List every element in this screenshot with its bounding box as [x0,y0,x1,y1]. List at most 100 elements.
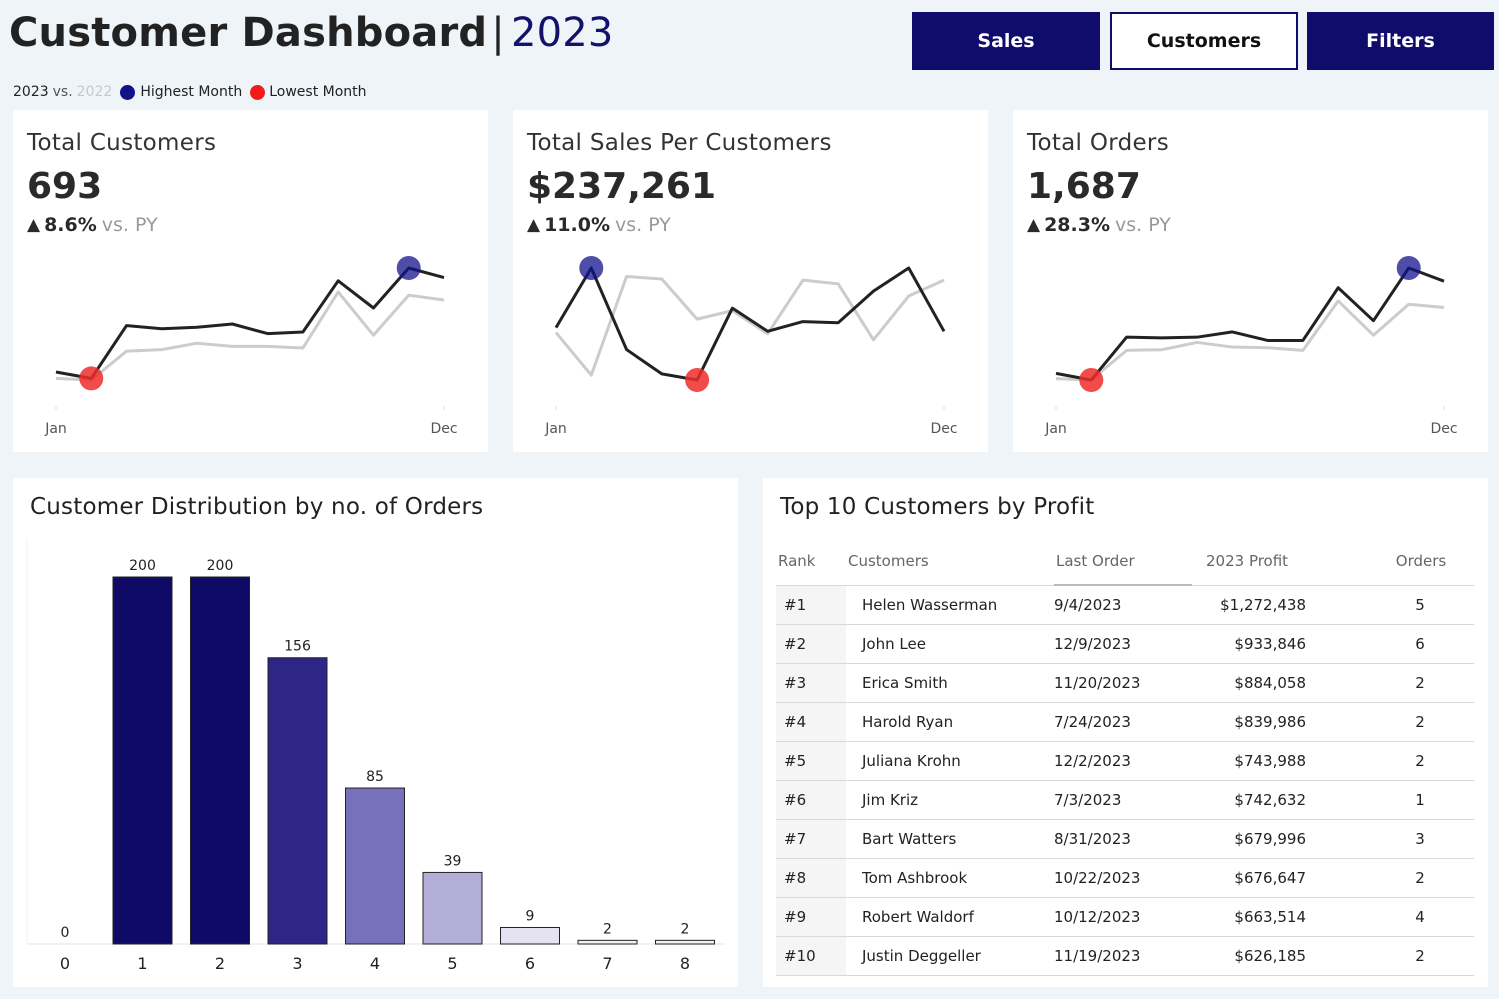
up-triangle-icon: ▲ [1027,215,1041,235]
bar-value-label: 200 [207,558,234,574]
orders-cell: 2 [1366,858,1474,898]
orders-cell: 3 [1366,819,1474,859]
bar [112,576,173,945]
x-tick-label-end: Dec [430,421,457,437]
profit-cell: $742,632 [1192,780,1366,820]
kpi-delta-suffix: vs. PY [101,214,158,236]
orders-cell: 6 [1366,624,1474,664]
col-header-orders[interactable]: Orders [1366,538,1474,585]
lowest-month-marker [685,368,710,392]
sparkline-sales-per-customer: Jan Dec [544,256,958,437]
kpi-title: Total Orders [1027,130,1169,156]
bar-value-label: 2 [603,921,612,937]
last-order-cell: 11/19/2023 [1054,936,1192,976]
customers-button[interactable]: Customers [1110,12,1298,70]
highest-month-marker [579,256,604,280]
up-triangle-icon: ▲ [27,215,41,235]
last-order-cell: 8/31/2023 [1054,819,1192,859]
customer-name-cell: Tom Ashbrook [846,858,1054,898]
rank-cell: #8 [776,858,846,898]
x-tick-label: 2 [215,954,225,973]
bar-value-label: 156 [284,639,311,655]
rank-cell: #6 [776,780,846,820]
filters-button[interactable]: Filters [1307,12,1494,70]
kpi-value: $237,261 [527,166,717,207]
orders-cell: 2 [1366,936,1474,976]
lowest-month-marker [1079,368,1104,392]
x-tick-label-start: Jan [44,421,67,437]
last-order-cell: 11/20/2023 [1054,663,1192,703]
legend-lowest: Lowest Month [269,84,367,100]
x-tick-label: 3 [292,954,302,973]
rank-cell: #1 [776,584,846,625]
bar [422,871,483,945]
legend-prior-year: 2022 [76,84,113,100]
rank-cell: #10 [776,936,846,976]
top10-table: Rank Customers Last Order 2023 Profit Or… [776,538,1474,976]
profit-cell: $933,846 [1192,624,1366,664]
x-tick-label: 4 [370,954,380,973]
sparkline-total-customers: Jan Dec [44,256,458,437]
x-tick-label: 7 [602,954,612,973]
last-order-cell: 12/2/2023 [1054,741,1192,781]
kpi-value: 1,687 [1027,166,1141,207]
x-tick-label-start: Jan [544,421,567,437]
orders-cell: 4 [1366,897,1474,937]
customer-name-cell: Robert Waldorf [846,897,1054,937]
col-header-customers[interactable]: Customers [846,538,1054,585]
title-separator: | [491,10,505,56]
x-tick-label: 8 [680,954,690,973]
profit-cell: $679,996 [1192,819,1366,859]
customer-name-cell: Bart Watters [846,819,1054,859]
kpi-value: 693 [27,166,103,207]
col-header-last-order[interactable]: Last Order [1054,538,1192,586]
bar [577,939,638,945]
profit-cell: $663,514 [1192,897,1366,937]
profit-cell: $676,647 [1192,858,1366,898]
rank-cell: #5 [776,741,846,781]
page-title: Customer Dashboard | 2023 [9,10,614,56]
highest-month-dot-icon [120,84,136,100]
table-row[interactable]: #9 Robert Waldorf 10/12/2023 $663,514 4 [776,897,1474,937]
table-header-row: Rank Customers Last Order 2023 Profit Or… [776,538,1474,586]
bar [267,657,328,945]
table-row[interactable]: #5 Juliana Krohn 12/2/2023 $743,988 2 [776,741,1474,781]
top10-panel: Top 10 Customers by Profit Rank Customer… [763,478,1488,987]
sales-button[interactable]: Sales [912,12,1100,70]
profit-cell: $839,986 [1192,702,1366,742]
table-row[interactable]: #3 Erica Smith 11/20/2023 $884,058 2 [776,663,1474,703]
sparkline-total-orders: Jan Dec [1044,256,1458,437]
customer-name-cell: Justin Deggeller [846,936,1054,976]
profit-cell: $1,272,438 [1192,584,1366,625]
bar [190,576,250,945]
table-row[interactable]: #10 Justin Deggeller 11/19/2023 $626,185 2 [776,936,1474,976]
last-order-cell: 7/24/2023 [1054,702,1192,742]
kpi-title: Total Sales Per Customers [527,130,832,156]
table-row[interactable]: #1 Helen Wasserman 9/4/2023 $1,272,438 5 [776,584,1474,625]
customer-name-cell: Jim Kriz [846,780,1054,820]
table-row[interactable]: #6 Jim Kriz 7/3/2023 $742,632 1 [776,780,1474,820]
profit-cell: $626,185 [1192,936,1366,976]
last-order-cell: 7/3/2023 [1054,780,1192,820]
col-header-profit[interactable]: 2023 Profit [1192,538,1366,585]
kpi-delta: ▲ 28.3% vs. PY [1027,214,1171,236]
bar-value-label: 2 [681,921,690,937]
kpi-delta: ▲ 11.0% vs. PY [527,214,671,236]
orders-cell: 2 [1366,663,1474,703]
customer-name-cell: John Lee [846,624,1054,664]
rank-cell: #4 [776,702,846,742]
rank-cell: #3 [776,663,846,703]
table-row[interactable]: #7 Bart Watters 8/31/2023 $679,996 3 [776,819,1474,859]
col-header-rank[interactable]: Rank [776,538,846,585]
customer-name-cell: Juliana Krohn [846,741,1054,781]
table-row[interactable]: #8 Tom Ashbrook 10/22/2023 $676,647 2 [776,858,1474,898]
x-tick-label-end: Dec [930,421,957,437]
prior-year-line [55,290,445,382]
x-tick-label: 5 [447,954,457,973]
orders-cell: 2 [1366,702,1474,742]
bar [655,939,715,945]
kpi-delta-suffix: vs. PY [1115,214,1171,236]
kpi-card-total-orders: Jan Dec Total Orders 1,687 ▲ 28.3% vs. PY [1013,110,1488,452]
table-row[interactable]: #4 Harold Ryan 7/24/2023 $839,986 2 [776,702,1474,742]
table-row[interactable]: #2 John Lee 12/9/2023 $933,846 6 [776,624,1474,664]
